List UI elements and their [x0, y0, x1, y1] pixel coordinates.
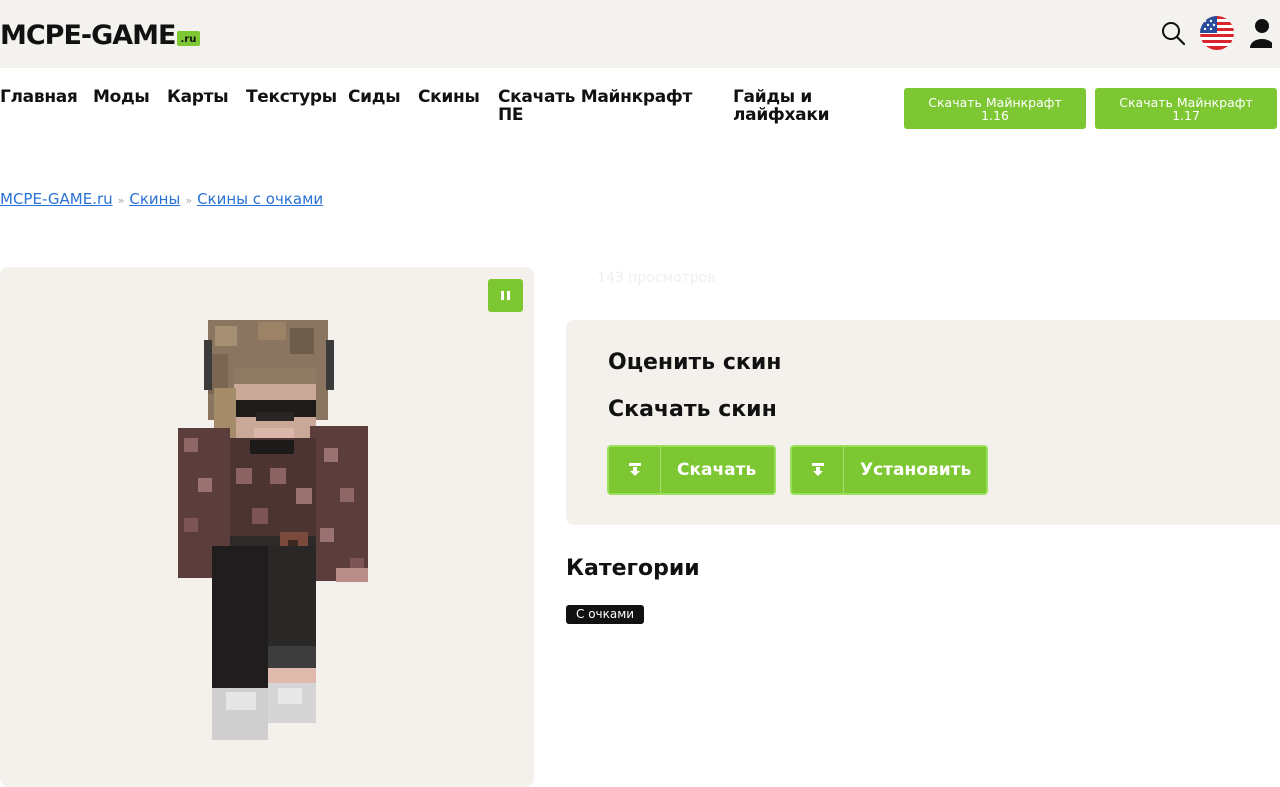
breadcrumb-skins[interactable]: Скины — [129, 190, 180, 208]
install-icon — [792, 447, 844, 493]
logo-suffix: .ru — [176, 30, 201, 46]
search-icon[interactable] — [1160, 20, 1186, 50]
views-count: 143 просмотров — [597, 270, 716, 286]
main-nav: Главная Моды Карты Текстуры Сиды Скины С… — [0, 88, 1280, 138]
nav-item-skins[interactable]: Скины — [418, 88, 480, 106]
breadcrumb-separator: » — [185, 194, 193, 207]
breadcrumb: MCPE-GAME.ru » Скины » Скины с очками — [0, 190, 323, 208]
categories-title: Категории — [566, 556, 700, 581]
install-skin-button[interactable]: Установить — [790, 445, 988, 495]
download-116-button[interactable]: Скачать Майнкрафт 1.16 — [904, 88, 1086, 129]
nav-item-seeds[interactable]: Сиды — [348, 88, 401, 106]
download-117-version: 1.17 — [1172, 107, 1200, 123]
nav-item-download-pe[interactable]: Скачать Майнкрафт ПЕ — [498, 88, 703, 124]
download-116-label: Скачать Майнкрафт — [928, 94, 1062, 110]
header-icons — [1160, 16, 1274, 54]
nav-item-guides[interactable]: Гайды и лайфхаки — [733, 88, 843, 124]
skin-model-image — [178, 320, 368, 740]
user-icon[interactable] — [1248, 18, 1274, 52]
pause-icon — [501, 291, 510, 300]
download-icon — [609, 447, 661, 493]
download-117-button[interactable]: Скачать Майнкрафт 1.17 — [1095, 88, 1277, 129]
breadcrumb-separator: » — [117, 194, 125, 207]
site-header: MCPE-GAME .ru — [0, 0, 1280, 68]
logo-text: MCPE-GAME — [0, 19, 176, 51]
pause-button[interactable] — [488, 279, 523, 312]
nav-item-maps[interactable]: Карты — [167, 88, 229, 106]
download-skin-title: Скачать скин — [608, 397, 777, 422]
download-skin-button[interactable]: Скачать — [607, 445, 776, 495]
rate-skin-title: Оценить скин — [608, 350, 782, 375]
download-skin-label: Скачать — [677, 460, 757, 480]
nav-item-home[interactable]: Главная — [0, 88, 78, 106]
install-skin-label: Установить — [860, 460, 972, 480]
nav-item-textures[interactable]: Текстуры — [246, 88, 337, 106]
download-116-version: 1.16 — [981, 107, 1009, 123]
nav-item-mods[interactable]: Моды — [93, 88, 150, 106]
breadcrumb-home[interactable]: MCPE-GAME.ru — [0, 190, 113, 208]
category-tag[interactable]: С очками — [566, 605, 645, 624]
breadcrumb-current[interactable]: Скины с очками — [197, 190, 323, 208]
download-117-label: Скачать Майнкрафт — [1119, 94, 1253, 110]
site-logo[interactable]: MCPE-GAME .ru — [0, 18, 201, 52]
us-flag-icon[interactable] — [1200, 16, 1234, 54]
